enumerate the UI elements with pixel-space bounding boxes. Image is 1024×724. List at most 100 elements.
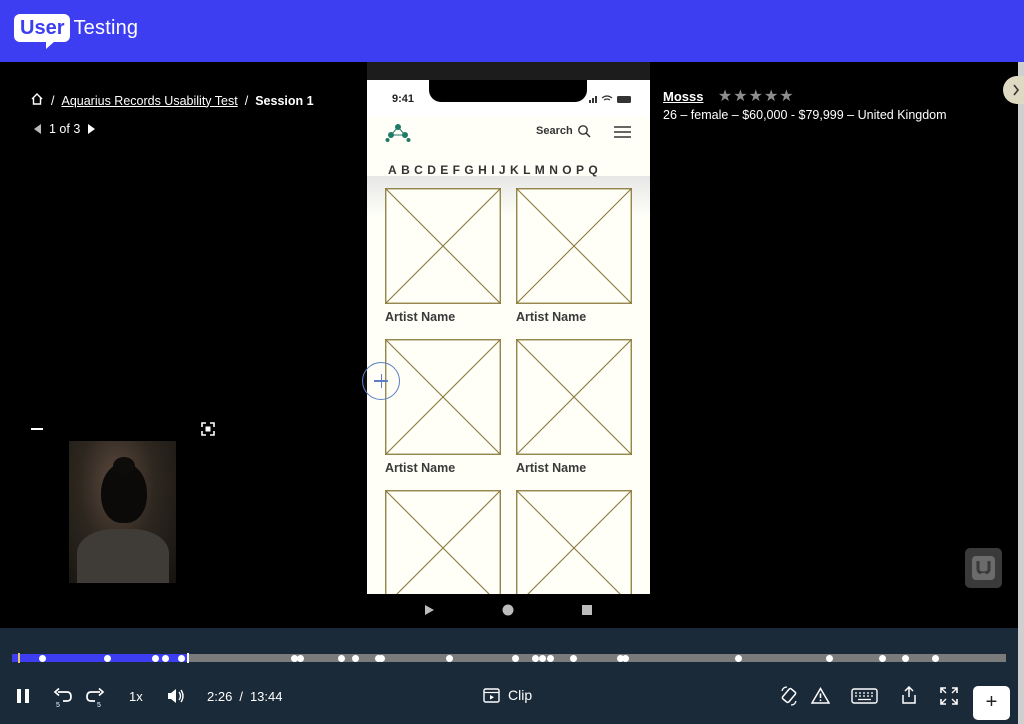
timeline-note-marker[interactable] xyxy=(532,654,539,662)
time-separator: / xyxy=(239,689,243,704)
playback-speed-button[interactable]: 1x xyxy=(129,689,143,704)
add-button[interactable]: + xyxy=(973,686,1010,720)
share-button[interactable] xyxy=(902,686,916,704)
rewind-5-icon: 5 xyxy=(53,687,72,708)
timeline-note-marker[interactable] xyxy=(622,654,629,662)
rewind-5-button[interactable]: 5 xyxy=(52,686,74,708)
artist-image-placeholder xyxy=(516,490,632,594)
timeline-note-marker[interactable] xyxy=(152,654,159,662)
side-panel-toggle[interactable] xyxy=(1003,76,1024,104)
breadcrumb-study-link[interactable]: Aquarius Records Usability Test xyxy=(61,94,237,108)
phone-screen-recording: 9:41 Search ABCDEFGHIJKLMNOPQ Artist Nam… xyxy=(367,80,650,594)
timeline-note-marker[interactable] xyxy=(297,654,304,662)
recents-nav-icon xyxy=(582,605,592,615)
artist-card[interactable]: Artist Name xyxy=(516,339,632,475)
timeline-note-marker[interactable] xyxy=(826,654,833,662)
share-icon xyxy=(902,686,916,704)
tester-name-link[interactable]: Mosss xyxy=(663,89,703,104)
phone-status-icons xyxy=(589,94,635,106)
pager-label: 1 of 3 xyxy=(49,122,81,136)
timeline-note-marker[interactable] xyxy=(104,654,111,662)
artist-image-placeholder xyxy=(516,339,632,455)
rotate-button[interactable] xyxy=(780,686,798,706)
tester-info: Mosss ★★★★★ 26 – female – $60,000 - $79,… xyxy=(663,86,947,122)
artist-card[interactable]: Artist Name xyxy=(516,188,632,324)
timeline-note-marker[interactable] xyxy=(378,654,385,662)
back-nav-icon xyxy=(425,605,434,615)
timeline-start-marker xyxy=(18,653,20,663)
add-note-circle-button[interactable] xyxy=(362,362,400,400)
usertesting-logo[interactable]: User Testing xyxy=(14,14,138,49)
timeline-playhead[interactable] xyxy=(186,653,189,663)
time-display: 2:26 / 13:44 xyxy=(207,689,282,704)
pause-button[interactable] xyxy=(16,688,30,704)
app-search-label[interactable]: Search xyxy=(536,125,573,137)
minimize-webcam-icon[interactable] xyxy=(31,428,43,430)
home-nav-icon xyxy=(502,604,514,616)
phone-status-bar: 9:41 xyxy=(367,80,650,116)
artist-image-placeholder xyxy=(385,188,501,304)
report-issue-button[interactable] xyxy=(811,687,830,704)
volume-button[interactable] xyxy=(167,688,185,704)
breadcrumb: / Aquarius Records Usability Test / Sess… xyxy=(30,92,314,109)
timeline-note-marker[interactable] xyxy=(178,654,185,662)
svg-text:5: 5 xyxy=(56,702,60,708)
forward-5-button[interactable]: 5 xyxy=(84,686,106,708)
artist-name-label: Artist Name xyxy=(516,310,587,324)
artist-card[interactable] xyxy=(385,490,501,594)
artist-image-placeholder xyxy=(516,188,632,304)
timeline-note-marker[interactable] xyxy=(539,654,546,662)
app-search-icon[interactable] xyxy=(577,124,591,143)
svg-text:5: 5 xyxy=(97,702,101,708)
next-session-icon[interactable] xyxy=(88,124,96,134)
logo-user: User xyxy=(14,14,71,49)
clip-button[interactable]: Clip xyxy=(483,687,532,703)
timeline-note-marker[interactable] xyxy=(39,654,46,662)
artist-image-placeholder xyxy=(385,490,501,594)
top-bar: User Testing xyxy=(0,0,1024,62)
keyboard-icon xyxy=(851,688,878,704)
timeline-note-marker[interactable] xyxy=(570,654,577,662)
phone-notch xyxy=(429,80,587,102)
artist-name-label: Artist Name xyxy=(385,461,456,475)
volume-icon xyxy=(168,689,184,703)
tester-demographics: 26 – female – $60,000 - $79,999 – United… xyxy=(663,108,947,122)
timeline-note-marker[interactable] xyxy=(932,654,939,662)
breadcrumb-separator: / xyxy=(244,93,249,108)
webcam-video[interactable] xyxy=(69,441,176,583)
duration: 13:44 xyxy=(249,689,283,704)
breadcrumb-separator: / xyxy=(51,93,55,108)
timeline-note-marker[interactable] xyxy=(162,654,169,662)
expand-webcam-icon[interactable] xyxy=(201,422,215,441)
artist-card[interactable]: Artist Name xyxy=(385,188,501,324)
timeline-note-marker[interactable] xyxy=(352,654,359,662)
phone-time: 9:41 xyxy=(392,93,415,105)
artist-card[interactable] xyxy=(516,490,632,594)
tester-rating-stars[interactable]: ★★★★★ xyxy=(718,86,795,106)
app-menu-icon[interactable] xyxy=(614,125,631,143)
phone-top-edge xyxy=(367,62,650,80)
timeline-note-marker[interactable] xyxy=(735,654,742,662)
previous-session-icon[interactable] xyxy=(34,124,41,134)
clip-icon xyxy=(483,687,500,703)
page-scrollbar[interactable] xyxy=(1018,62,1024,724)
artist-card[interactable]: Artist Name xyxy=(385,339,501,475)
timeline-note-marker[interactable] xyxy=(902,654,909,662)
warning-icon xyxy=(811,687,830,704)
android-nav-bar xyxy=(367,594,650,628)
artist-name-label: Artist Name xyxy=(385,310,456,324)
timeline-note-marker[interactable] xyxy=(547,654,554,662)
timeline-scrubber[interactable] xyxy=(12,653,1006,663)
timeline-note-marker[interactable] xyxy=(446,654,453,662)
rotate-icon xyxy=(781,686,797,706)
keyboard-shortcuts-button[interactable] xyxy=(851,688,878,704)
app-header xyxy=(367,116,650,164)
timeline-note-marker[interactable] xyxy=(512,654,519,662)
app-logo-icon[interactable] xyxy=(385,124,411,147)
timeline-note-marker[interactable] xyxy=(879,654,886,662)
home-icon[interactable] xyxy=(30,92,44,109)
fullscreen-button[interactable] xyxy=(940,687,958,705)
usertesting-badge-icon[interactable] xyxy=(965,548,1002,588)
timeline-note-marker[interactable] xyxy=(338,654,345,662)
alphabet-index[interactable]: ABCDEFGHIJKLMNOPQ xyxy=(388,163,602,177)
